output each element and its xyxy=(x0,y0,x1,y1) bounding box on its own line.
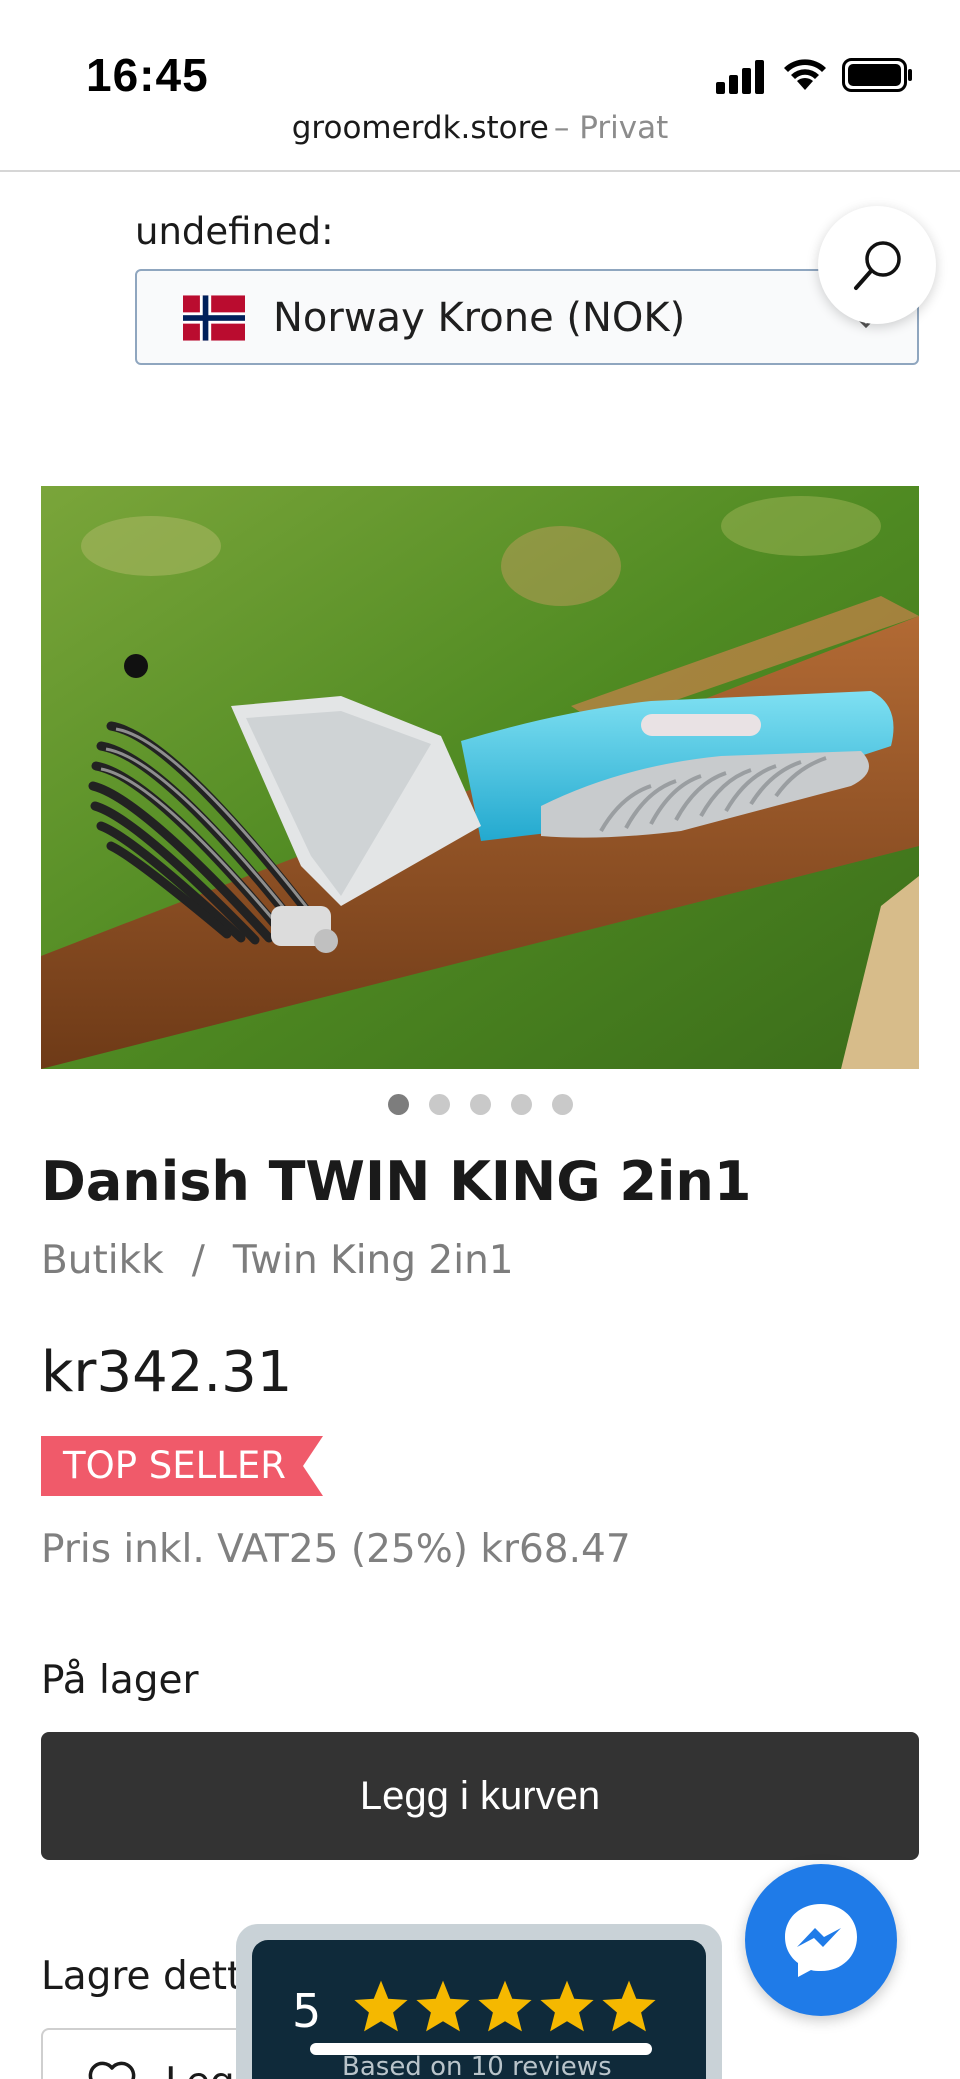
gallery-dot[interactable] xyxy=(428,1094,450,1115)
product-photo-grooming-tool xyxy=(41,486,919,1069)
breadcrumb-shop-link[interactable]: Butikk xyxy=(41,1238,164,1283)
norway-flag-icon xyxy=(183,295,245,341)
search-icon xyxy=(854,241,901,290)
currency-selected-value: Norway Krone (NOK) xyxy=(273,295,686,341)
wifi-icon xyxy=(784,59,826,90)
battery-icon xyxy=(842,58,912,92)
status-time: 16:45 xyxy=(86,49,209,101)
star-icon xyxy=(478,1980,532,2032)
heart-icon xyxy=(88,2061,136,2079)
breadcrumb-current: Twin King 2in1 xyxy=(232,1238,514,1283)
star-icon xyxy=(602,1980,656,2032)
product-page: 16:45 groomerdk.store – Privat undefined… xyxy=(0,0,960,2079)
reviews-panel: 5 Based on 10 reviews xyxy=(252,1940,706,2079)
star-icon xyxy=(540,1980,594,2032)
save-for-later-label: Lagre dette xyxy=(41,1954,267,1999)
gallery-dot[interactable] xyxy=(510,1094,532,1115)
messenger-chat-button[interactable] xyxy=(745,1864,897,2016)
product-title: Danish TWIN KING 2in1 xyxy=(41,1150,752,1213)
gallery-dot[interactable] xyxy=(551,1094,573,1115)
breadcrumb: Butikk / Twin King 2in1 xyxy=(41,1238,514,1283)
review-score: 5 xyxy=(292,1984,322,2038)
star-icon xyxy=(416,1980,470,2032)
gallery-dot[interactable] xyxy=(469,1094,491,1115)
cellular-signal-icon xyxy=(716,60,764,94)
star-icon xyxy=(354,1980,408,2032)
badge-label: TOP SELLER xyxy=(63,1444,286,1487)
browser-url-bar[interactable]: groomerdk.store – Privat xyxy=(0,110,960,172)
review-stars xyxy=(352,1978,662,2038)
private-mode-label: – Privat xyxy=(553,110,669,146)
gallery-pagination xyxy=(0,1094,960,1118)
product-price: kr342.31 xyxy=(41,1340,293,1405)
stock-status: På lager xyxy=(41,1658,199,1703)
product-image[interactable] xyxy=(41,486,919,1069)
search-button[interactable] xyxy=(818,206,936,324)
currency-label: undefined: xyxy=(135,210,334,253)
home-indicator xyxy=(310,2043,652,2055)
add-to-cart-label: Legg i kurven xyxy=(359,1774,601,1818)
breadcrumb-separator: / xyxy=(191,1238,205,1283)
reviews-badge[interactable]: 5 Based on 10 reviews xyxy=(236,1924,722,2079)
vat-info: Pris inkl. VAT25 (25%) kr68.47 xyxy=(41,1527,631,1572)
messenger-icon xyxy=(785,1904,857,1977)
top-seller-badge: TOP SELLER xyxy=(41,1436,323,1496)
status-bar: 16:45 xyxy=(0,0,960,110)
add-to-cart-button[interactable]: Legg i kurven xyxy=(41,1732,919,1860)
currency-select[interactable]: Norway Krone (NOK) xyxy=(135,269,919,365)
url-domain: groomerdk.store xyxy=(291,110,549,146)
gallery-dot[interactable] xyxy=(387,1094,409,1115)
review-count: Based on 10 reviews xyxy=(342,2052,612,2079)
